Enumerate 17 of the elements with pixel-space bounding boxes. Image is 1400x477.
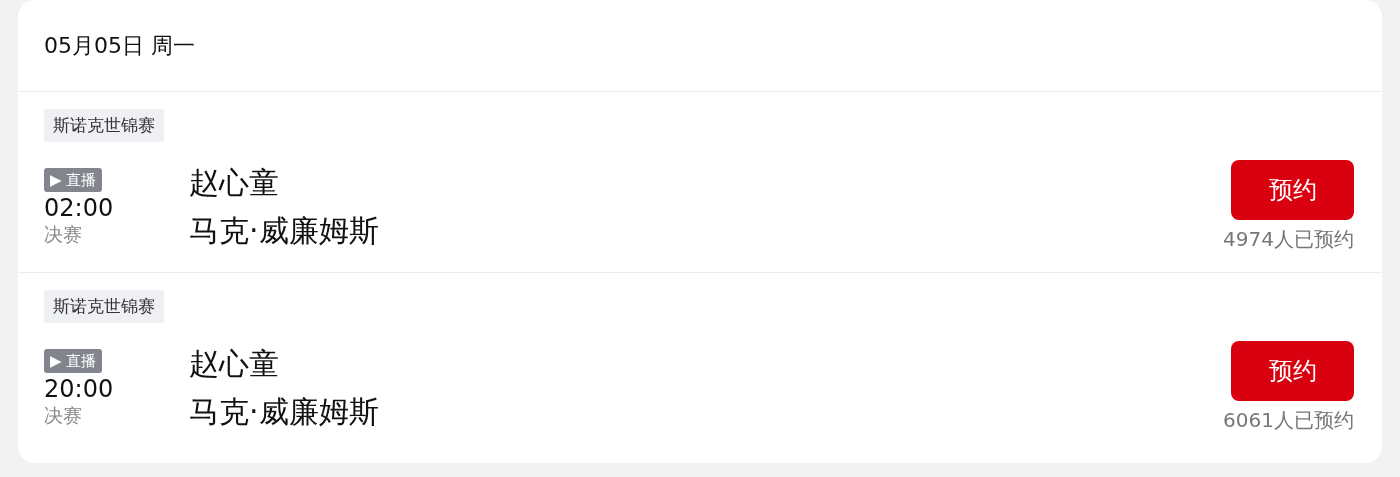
- match-time: 20:00: [44, 374, 114, 403]
- match-time: 02:00: [44, 193, 114, 222]
- live-badge: ▶ 直播: [44, 167, 103, 192]
- player-name: 马克·威廉姆斯: [189, 211, 380, 250]
- player-name: 赵心童: [189, 163, 280, 202]
- reservation-count: 4974人已预约: [1223, 226, 1354, 253]
- reserve-button[interactable]: 预约: [1231, 160, 1354, 220]
- league-tag: 斯诺克世锦赛: [44, 290, 164, 323]
- league-tag: 斯诺克世锦赛: [44, 109, 164, 142]
- reservation-count: 6061人已预约: [1223, 407, 1354, 434]
- player-name: 赵心童: [189, 344, 280, 383]
- match-stage: 决赛: [44, 402, 82, 427]
- date-header: 05月05日 周一: [44, 31, 195, 60]
- reserve-button[interactable]: 预约: [1231, 341, 1354, 401]
- live-badge: ▶ 直播: [44, 348, 103, 373]
- match-stage: 决赛: [44, 221, 82, 246]
- player-name: 马克·威廉姆斯: [189, 392, 380, 431]
